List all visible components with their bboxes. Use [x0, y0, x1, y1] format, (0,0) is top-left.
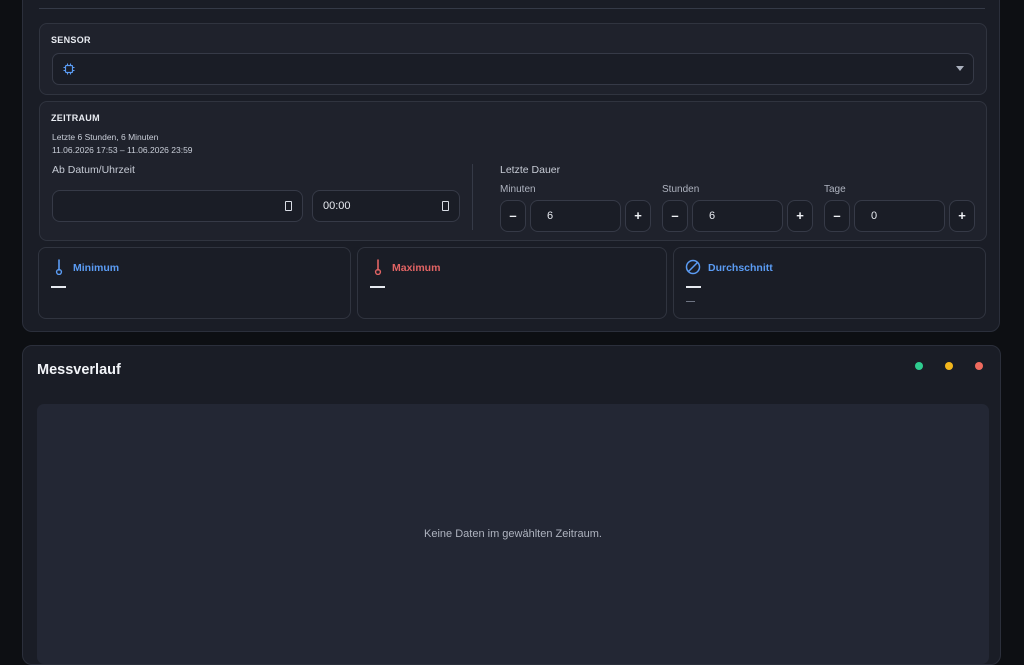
minutes-value: 6 — [547, 210, 554, 222]
sensor-label: SENSOR — [51, 35, 91, 45]
zeitraum-label: ZEITRAUM — [51, 113, 100, 123]
status-dot-yellow — [945, 362, 953, 370]
chart-card: Messverlauf Keine Daten im gewählten Zei… — [22, 345, 1001, 665]
status-dot-red — [975, 362, 983, 370]
status-dot-green — [915, 362, 923, 370]
divider — [472, 164, 473, 230]
divider — [39, 8, 985, 9]
chevron-down-icon — [956, 66, 964, 71]
clock-icon[interactable] — [442, 201, 449, 211]
chip-icon — [63, 63, 75, 75]
days-increment-button[interactable]: + — [949, 200, 975, 232]
stat-title-maximum: Maximum — [392, 262, 441, 274]
chart-area: Keine Daten im gewählten Zeitraum. — [37, 404, 989, 664]
empty-message: Keine Daten im gewählten Zeitraum. — [424, 528, 602, 540]
thermometer-high-icon — [374, 259, 382, 275]
thermometer-low-icon — [55, 259, 63, 275]
zeitraum-summary: Letzte 6 Stunden, 6 Minuten — [52, 132, 159, 142]
hours-value: 6 — [709, 210, 716, 222]
days-label: Tage — [824, 184, 846, 195]
zeitraum-range: 11.06.2026 17:53 – 11.06.2026 23:59 — [52, 145, 193, 155]
days-value: 0 — [871, 210, 878, 222]
days-decrement-button[interactable]: – — [824, 200, 850, 232]
zeitraum-panel: ZEITRAUM Letzte 6 Stunden, 6 Minuten 11.… — [39, 101, 987, 241]
minutes-increment-button[interactable]: + — [625, 200, 651, 232]
sensor-panel: SENSOR — [39, 23, 987, 95]
stat-value-average — [686, 286, 701, 288]
time-input[interactable]: 00:00 — [312, 190, 460, 222]
stat-title-average: Durchschnitt — [708, 262, 773, 274]
calendar-icon[interactable] — [285, 201, 292, 211]
from-label: Ab Datum/Uhrzeit — [52, 164, 135, 176]
stat-card-average: Durchschnitt — [673, 247, 986, 319]
stat-value-maximum — [370, 286, 385, 288]
date-input[interactable] — [52, 190, 303, 222]
stat-sub-average — [686, 301, 695, 302]
days-input[interactable]: 0 — [854, 200, 945, 232]
stat-card-maximum: Maximum — [357, 247, 667, 319]
minutes-label: Minuten — [500, 184, 536, 195]
chart-title: Messverlauf — [37, 362, 121, 378]
hours-increment-button[interactable]: + — [787, 200, 813, 232]
sensor-select[interactable] — [52, 53, 974, 85]
stat-title-minimum: Minimum — [73, 262, 120, 274]
hours-label: Stunden — [662, 184, 700, 195]
stat-value-minimum — [51, 286, 66, 288]
minutes-input[interactable]: 6 — [530, 200, 621, 232]
duration-label: Letzte Dauer — [500, 164, 561, 176]
minutes-decrement-button[interactable]: – — [500, 200, 526, 232]
stat-card-minimum: Minimum — [38, 247, 351, 319]
hours-input[interactable]: 6 — [692, 200, 783, 232]
time-value: 00:00 — [323, 200, 351, 212]
average-icon — [685, 259, 701, 275]
hours-decrement-button[interactable]: – — [662, 200, 688, 232]
